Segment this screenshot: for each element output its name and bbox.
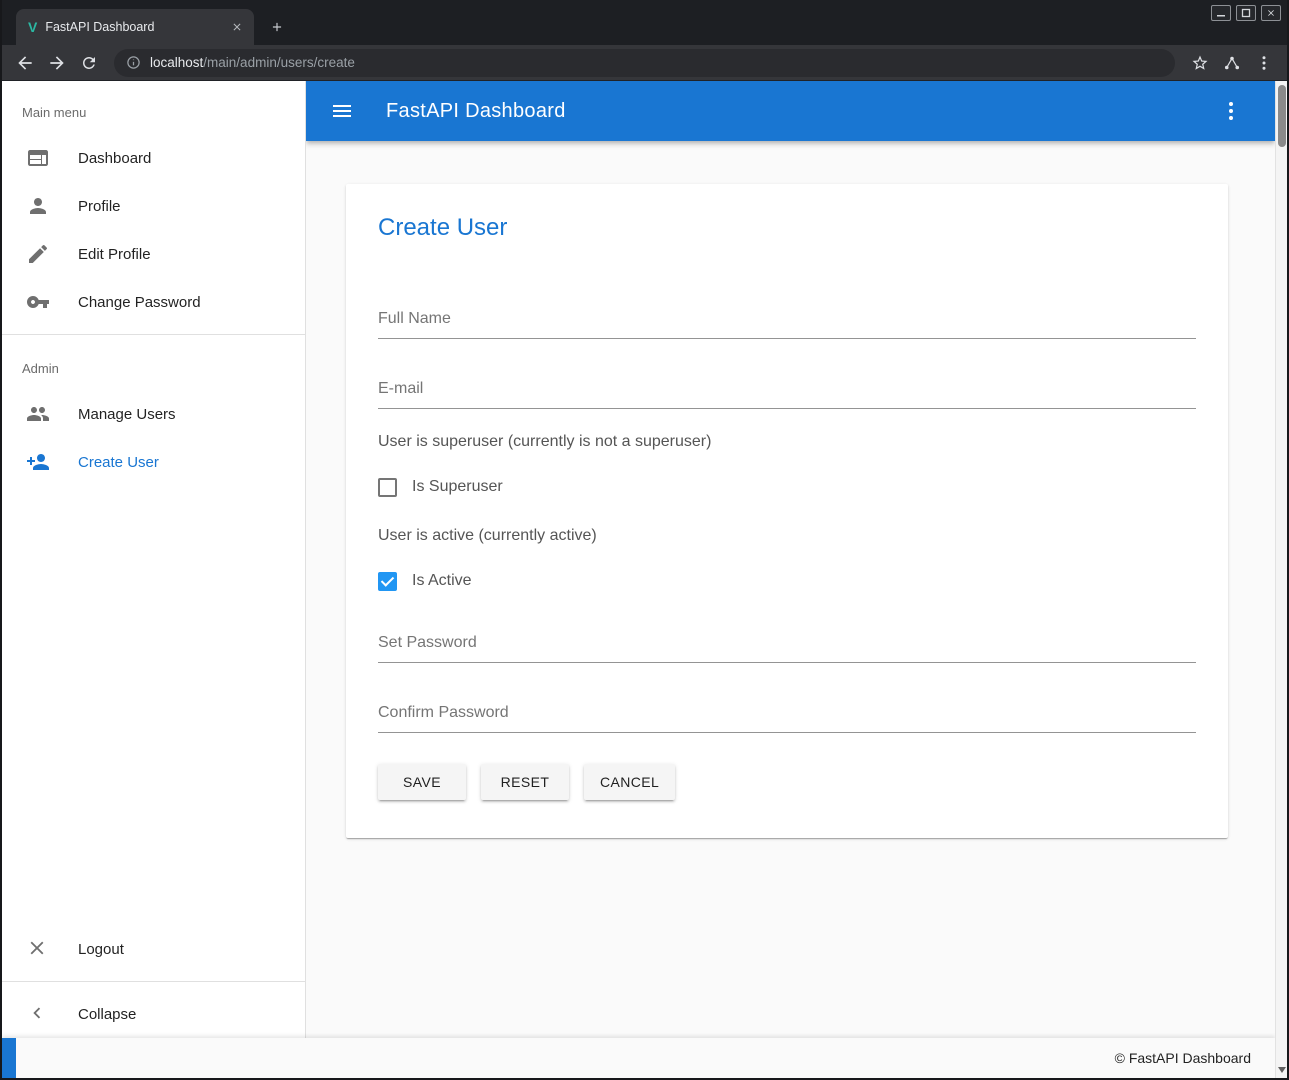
site-favicon: V bbox=[28, 19, 37, 35]
footer-copyright: © FastAPI Dashboard bbox=[1115, 1050, 1251, 1066]
sidebar-section-admin: Admin bbox=[2, 343, 305, 390]
page-footer: © FastAPI Dashboard bbox=[2, 1038, 1275, 1078]
sidebar-item-label: Edit Profile bbox=[78, 246, 151, 263]
person-add-icon bbox=[26, 450, 50, 474]
sidebar-item-label: Manage Users bbox=[78, 406, 176, 423]
confirm-password-input[interactable] bbox=[378, 698, 1196, 733]
sidebar-item-edit-profile[interactable]: Edit Profile bbox=[2, 230, 305, 278]
sidebar-item-change-password[interactable]: Change Password bbox=[2, 278, 305, 326]
app-bar: FastAPI Dashboard bbox=[306, 81, 1275, 141]
is-superuser-label: Is Superuser bbox=[412, 478, 503, 496]
sidebar-item-label: Create User bbox=[78, 454, 159, 471]
forward-button[interactable] bbox=[42, 49, 72, 77]
cancel-button[interactable]: CANCEL bbox=[584, 764, 675, 800]
kebab-menu-icon bbox=[1255, 54, 1273, 72]
form-title: Create User bbox=[378, 184, 1196, 244]
browser-tab[interactable]: V FastAPI Dashboard bbox=[16, 9, 254, 45]
sidebar-item-label: Profile bbox=[78, 198, 121, 215]
is-active-label: Is Active bbox=[412, 572, 472, 590]
maximize-icon bbox=[1241, 8, 1251, 18]
sidebar: Main menu Dashboard Profile Edit Profile bbox=[2, 81, 306, 1038]
appbar-title: FastAPI Dashboard bbox=[386, 100, 566, 123]
reload-icon bbox=[80, 54, 98, 72]
confirm-password-field-wrap bbox=[378, 698, 1196, 733]
sidebar-section-main-menu: Main menu bbox=[2, 81, 305, 134]
reload-button[interactable] bbox=[74, 49, 104, 77]
save-button[interactable]: SAVE bbox=[378, 764, 466, 800]
sidebar-item-profile[interactable]: Profile bbox=[2, 182, 305, 230]
chevron-left-icon bbox=[26, 1002, 50, 1026]
pencil-icon bbox=[26, 242, 50, 266]
star-icon bbox=[1191, 54, 1209, 72]
browser-toolbar: localhost/main/admin/users/create bbox=[2, 45, 1287, 81]
set-password-input[interactable] bbox=[378, 628, 1196, 663]
sidebar-item-create-user[interactable]: Create User bbox=[2, 438, 305, 486]
is-superuser-checkbox-row[interactable]: Is Superuser bbox=[378, 475, 1196, 499]
sidebar-divider bbox=[2, 981, 305, 982]
appbar-menu-button[interactable] bbox=[1219, 99, 1243, 123]
superuser-note: User is superuser (currently is not a su… bbox=[378, 431, 1196, 453]
back-arrow-icon bbox=[15, 53, 35, 73]
sidebar-item-manage-users[interactable]: Manage Users bbox=[2, 390, 305, 438]
full-name-field-wrap bbox=[378, 304, 1196, 339]
minimize-button[interactable] bbox=[1211, 5, 1231, 21]
browser-menu-button[interactable] bbox=[1249, 49, 1279, 77]
url-bar[interactable]: localhost/main/admin/users/create bbox=[114, 49, 1175, 77]
sidebar-item-label: Logout bbox=[78, 941, 124, 958]
sidebar-item-dashboard[interactable]: Dashboard bbox=[2, 134, 305, 182]
back-button[interactable] bbox=[10, 49, 40, 77]
close-button[interactable] bbox=[1261, 5, 1281, 21]
url-text: localhost/main/admin/users/create bbox=[150, 55, 355, 70]
hamburger-menu-button[interactable] bbox=[330, 99, 354, 123]
url-path: /main/admin/users/create bbox=[203, 55, 355, 70]
sidebar-item-label: Collapse bbox=[78, 1006, 136, 1023]
sidebar-spacer bbox=[2, 486, 305, 925]
hamburger-icon bbox=[330, 99, 354, 123]
plus-icon bbox=[270, 20, 284, 34]
window-controls bbox=[1211, 5, 1281, 21]
page-scrollbar[interactable] bbox=[1275, 81, 1287, 1078]
bookmark-star-button[interactable] bbox=[1185, 49, 1215, 77]
active-note: User is active (currently active) bbox=[378, 525, 1196, 547]
extension-button[interactable] bbox=[1217, 49, 1247, 77]
tab-close-icon[interactable] bbox=[228, 18, 246, 36]
key-icon bbox=[26, 290, 50, 314]
person-icon bbox=[26, 194, 50, 218]
forward-arrow-icon bbox=[47, 53, 67, 73]
maximize-button[interactable] bbox=[1236, 5, 1256, 21]
new-tab-button[interactable] bbox=[264, 14, 290, 40]
people-icon bbox=[26, 402, 50, 426]
extension-icon bbox=[1223, 54, 1241, 72]
kebab-menu-icon bbox=[1219, 99, 1243, 123]
sidebar-item-label: Change Password bbox=[78, 294, 201, 311]
page: Main menu Dashboard Profile Edit Profile bbox=[2, 81, 1287, 1078]
reset-button[interactable]: RESET bbox=[481, 764, 569, 800]
browser-titlebar: V FastAPI Dashboard bbox=[2, 0, 1287, 45]
form-buttons: SAVE RESET CANCEL bbox=[378, 764, 1196, 800]
sidebar-item-collapse[interactable]: Collapse bbox=[2, 990, 305, 1038]
scrollbar-down-arrow[interactable] bbox=[1278, 1067, 1286, 1073]
browser-window: V FastAPI Dashboard bbox=[0, 0, 1289, 1080]
sidebar-divider bbox=[2, 334, 305, 335]
is-active-checkbox bbox=[378, 572, 397, 591]
email-input[interactable] bbox=[378, 374, 1196, 409]
site-info-icon[interactable] bbox=[126, 55, 141, 70]
sidebar-item-logout[interactable]: Logout bbox=[2, 925, 305, 973]
create-user-card: Create User User is superuser (currently… bbox=[346, 184, 1228, 838]
main-area: FastAPI Dashboard Create User User is su… bbox=[306, 81, 1275, 1038]
sidebar-item-label: Dashboard bbox=[78, 150, 151, 167]
close-icon bbox=[1266, 8, 1276, 18]
set-password-field-wrap bbox=[378, 628, 1196, 663]
email-field-wrap bbox=[378, 374, 1196, 409]
is-superuser-checkbox bbox=[378, 478, 397, 497]
dashboard-icon bbox=[26, 146, 50, 170]
close-x-icon bbox=[26, 937, 50, 961]
scrollbar-thumb[interactable] bbox=[1278, 85, 1286, 147]
tab-title: FastAPI Dashboard bbox=[45, 20, 220, 34]
footer-accent bbox=[2, 1038, 16, 1078]
full-name-input[interactable] bbox=[378, 304, 1196, 339]
url-host: localhost bbox=[150, 55, 203, 70]
minimize-icon bbox=[1216, 8, 1226, 18]
is-active-checkbox-row[interactable]: Is Active bbox=[378, 569, 1196, 593]
